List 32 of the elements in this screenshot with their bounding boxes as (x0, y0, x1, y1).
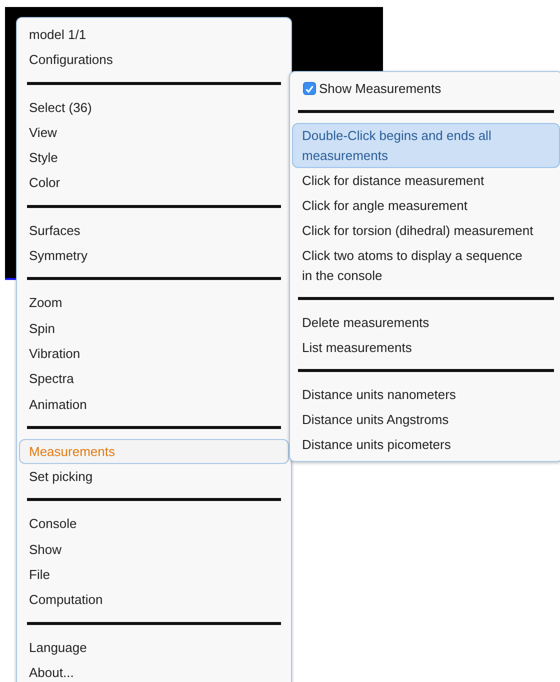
menu-item[interactable]: Animation (19, 392, 289, 417)
menu-item[interactable]: Configurations (19, 47, 289, 73)
menu-item[interactable]: Vibration (19, 340, 289, 366)
menu-item[interactable]: Distance units nanometers (292, 382, 560, 407)
checkbox[interactable] (303, 82, 316, 95)
menu-item[interactable]: About... (19, 660, 289, 682)
menu-item[interactable]: Computation (19, 587, 289, 613)
menu-item[interactable]: View (19, 120, 289, 146)
menu-item[interactable]: Set picking (19, 464, 289, 490)
menu-item[interactable]: Language (19, 634, 289, 660)
menu-item[interactable]: Color (19, 170, 289, 196)
menu-item[interactable]: File (19, 562, 289, 588)
menu-item[interactable]: Distance units picometers (292, 432, 560, 457)
menu-item[interactable]: model 1/1 (19, 22, 289, 48)
menu-item[interactable]: Click for distance measurement (292, 168, 560, 193)
menu-item[interactable]: Spectra (19, 366, 289, 392)
menu-item[interactable]: Show (19, 536, 289, 562)
menu-item[interactable]: Click two atoms to display a sequence in the console (292, 243, 560, 288)
menu-item[interactable]: Click for angle measurement (292, 193, 560, 218)
menu-item[interactable]: Console (19, 511, 289, 537)
menu-item[interactable]: Delete measurements (292, 310, 560, 335)
menu-item[interactable]: Zoom (19, 290, 289, 316)
menu-item[interactable]: Surfaces (19, 218, 289, 244)
menu-item[interactable]: Symmetry (19, 243, 289, 268)
menu-item[interactable]: Double-Click begins and ends all measurements (292, 123, 560, 168)
menu-item[interactable]: Style (19, 145, 289, 170)
menu-item[interactable]: Click for torsion (dihedral) measurement (292, 218, 560, 243)
menu-item[interactable]: List measurements (292, 335, 560, 360)
checkbox-label[interactable]: Show Measurements (319, 78, 442, 98)
menu-item[interactable]: Spin (19, 316, 289, 341)
menu-item[interactable]: Select (36) (19, 94, 289, 120)
menu-item[interactable]: Distance units Angstroms (292, 407, 560, 432)
